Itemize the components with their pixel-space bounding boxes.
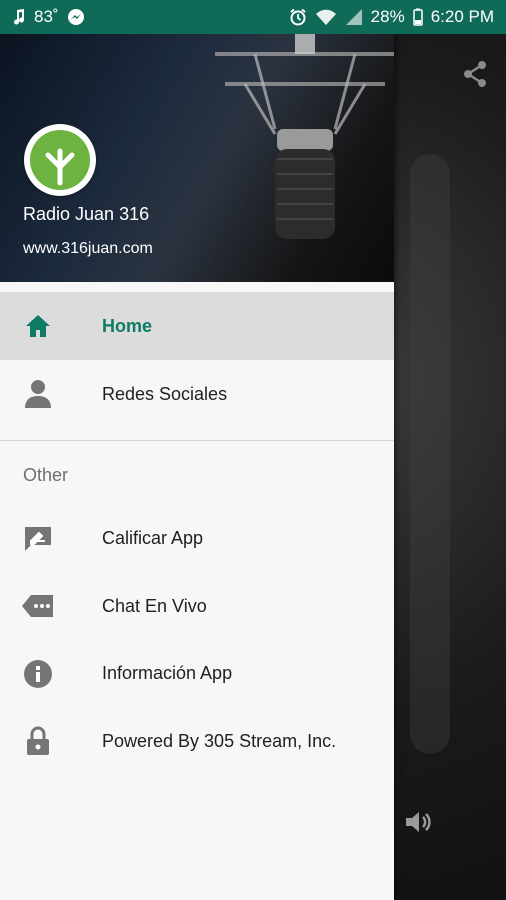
lock-icon (0, 726, 102, 756)
drawer-header: Radio Juan 316 www.316juan.com (0, 34, 394, 282)
station-url[interactable]: www.316juan.com (23, 240, 153, 258)
menu-item-chat-en-vivo[interactable]: Chat En Vivo (0, 573, 394, 641)
share-icon[interactable] (462, 60, 488, 93)
microphone-image (215, 34, 394, 239)
volume-icon[interactable] (404, 808, 434, 841)
background-microphone-icon (410, 154, 450, 754)
clock: 6:20 PM (430, 7, 494, 26)
chat-icon (0, 594, 102, 618)
menu-item-label: Información App (102, 663, 233, 684)
other-menu: Calificar App Chat En Vivo Información A… (0, 505, 394, 775)
signal-icon (345, 8, 363, 26)
wifi-icon (315, 8, 337, 26)
temperature: 83˚ (34, 7, 59, 26)
navigation-drawer: Radio Juan 316 www.316juan.com Home Rede… (0, 34, 394, 900)
messenger-icon (67, 8, 85, 26)
person-icon (0, 379, 102, 409)
menu-item-home[interactable]: Home (0, 292, 394, 360)
menu-item-label: Chat En Vivo (102, 595, 207, 616)
menu-item-label: Powered By 305 Stream, Inc. (102, 730, 337, 751)
station-name: Radio Juan 316 (23, 204, 150, 224)
menu-item-powered-by[interactable]: Powered By 305 Stream, Inc. (0, 708, 394, 776)
status-bar: 83˚ 28% 6:20 PM (0, 0, 506, 34)
music-note-icon (12, 8, 26, 26)
menu-item-label: Redes Sociales (102, 383, 228, 404)
menu-item-label: Calificar App (102, 528, 204, 549)
menu-item-label: Home (102, 315, 153, 336)
rate-icon (0, 525, 102, 553)
primary-menu: Home Redes Sociales (0, 282, 394, 428)
station-logo (24, 124, 96, 196)
alarm-icon (289, 8, 307, 26)
home-icon (0, 314, 102, 338)
section-title-other: Other (23, 465, 69, 485)
menu-item-redes-sociales[interactable]: Redes Sociales (0, 360, 394, 428)
battery-percentage: 28% (370, 7, 405, 26)
battery-icon (412, 8, 423, 26)
info-icon (0, 659, 102, 689)
menu-item-calificar-app[interactable]: Calificar App (0, 505, 394, 573)
menu-item-informacion-app[interactable]: Información App (0, 640, 394, 708)
